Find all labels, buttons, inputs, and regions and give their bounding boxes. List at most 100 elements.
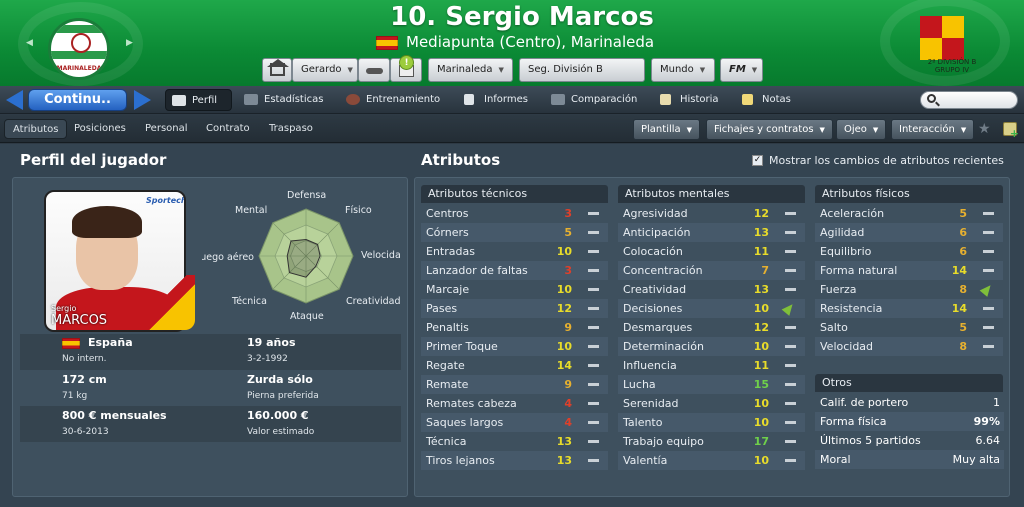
fichajes-dropdown[interactable]: Fichajes y contratos ▼ [706, 119, 833, 140]
attribute-value: 4 [564, 416, 572, 429]
federation-text: 2ª DIVISIÓN B GRUPO IV [927, 58, 977, 74]
world-dropdown[interactable]: Mundo ▼ [651, 58, 715, 82]
attribute-name: Anticipación [623, 226, 691, 239]
plantilla-dropdown[interactable]: Plantilla ▼ [633, 119, 701, 140]
transfer-button[interactable] [358, 58, 390, 82]
world-label: Mundo [660, 64, 694, 75]
interaccion-dropdown[interactable]: Interacción ▼ [891, 119, 975, 140]
attribute-name: Desmarques [623, 321, 693, 334]
tab-informes[interactable]: Informes [458, 89, 534, 111]
fm-menu-button[interactable]: FM ▼ [720, 58, 763, 82]
shortlist-star-icon[interactable]: ★ [978, 121, 991, 137]
attribute-row: Equilibrio 6 [815, 242, 1003, 261]
tab-label: Historia [680, 94, 719, 105]
attribute-value: 13 [753, 283, 769, 296]
nationality-text: España [88, 336, 133, 349]
wage-value: 800 € mensuales [62, 409, 167, 422]
subtab-atributos[interactable]: Atributos [4, 119, 68, 139]
attribute-row: Entradas 10 [421, 242, 608, 261]
mental-header: Atributos mentales [618, 185, 805, 203]
subtitle-text: Mediapunta (Centro), Marinaleda [406, 33, 655, 51]
home-button[interactable] [262, 58, 292, 82]
tab-label: Entrenamiento [366, 94, 441, 105]
photo-first-name: Sergio [51, 304, 77, 313]
tab-comparacion[interactable]: Comparación [545, 89, 643, 111]
back-arrow-icon[interactable] [6, 90, 23, 110]
attribute-value: 14 [556, 359, 572, 372]
search-input[interactable] [920, 91, 1018, 109]
attribute-name: Fuerza [820, 283, 857, 296]
attribute-row: Colocación 11 [618, 242, 805, 261]
player-subtitle: Mediapunta (Centro), Marinaleda [376, 33, 654, 51]
spain-flag-icon [62, 337, 80, 349]
show-changes-checkbox[interactable]: ✓ [752, 155, 763, 166]
attribute-name: Trabajo equipo [623, 435, 704, 448]
attribute-row: Lucha 15 [618, 375, 805, 394]
club-dropdown[interactable]: Marinaleda ▼ [428, 58, 513, 82]
continue-button[interactable]: Continu.. [28, 89, 127, 111]
league-dropdown[interactable]: Seg. División B Gr.4▼ [519, 58, 645, 82]
attribute-name: Penaltis [426, 321, 469, 334]
attribute-name: Entradas [426, 245, 475, 258]
attribute-row: Remate 9 [421, 375, 608, 394]
tab-estadisticas[interactable]: Estadísticas [238, 89, 329, 111]
attribute-name: Creatividad [623, 283, 687, 296]
attribute-row: Tiros lejanos 13 [421, 451, 608, 470]
stats-icon [244, 94, 258, 105]
attribute-radar [258, 208, 354, 304]
ojeo-dropdown[interactable]: Ojeo ▼ [836, 119, 887, 140]
birthdate-value: 3-2-1992 [247, 354, 288, 364]
attribute-value: 8 [959, 340, 967, 353]
ball-icon [346, 94, 360, 105]
attribute-name: Salto [820, 321, 848, 334]
next-arrow-icon[interactable]: ▶ [126, 38, 133, 48]
attribute-row: Anticipación 13 [618, 223, 805, 242]
tab-perfil[interactable]: Perfil [165, 89, 232, 111]
subtab-traspaso[interactable]: Traspaso [261, 119, 321, 139]
tab-entrenamiento[interactable]: Entrenamiento [340, 89, 446, 111]
trend-up-icon [781, 301, 797, 316]
radar-label-juego-aereo-clip: Juego aéreo [202, 250, 254, 263]
attribute-row: Determinación 10 [618, 337, 805, 356]
trend-flat-icon [983, 307, 994, 310]
attribute-name: Lucha [623, 378, 656, 391]
tab-notas[interactable]: Notas [736, 89, 797, 111]
radar-label-juego-aereo: Juego aéreo [202, 252, 254, 263]
chevron-down-icon: ▼ [819, 126, 825, 134]
league-label: Seg. División B Gr.4 [528, 64, 603, 75]
radar-label-ataque: Ataque [290, 311, 324, 322]
trend-flat-icon [785, 212, 796, 215]
add-note-icon[interactable] [1003, 122, 1019, 140]
subtab-personal[interactable]: Personal [137, 119, 196, 139]
attribute-value: 17 [753, 435, 769, 448]
search-icon [927, 94, 936, 103]
club-crest[interactable]: MARINALEDA [48, 18, 110, 80]
tab-historia[interactable]: Historia [654, 89, 725, 111]
value-label: Valor estimado [247, 427, 315, 437]
attribute-row: Velocidad 8 [815, 337, 1003, 356]
tab-label: Estadísticas [264, 94, 324, 105]
attribute-value: 3 [564, 264, 572, 277]
others-header: Otros [815, 374, 1003, 392]
forward-arrow-icon[interactable] [134, 90, 151, 110]
weight-value: 71 kg [62, 391, 88, 401]
attribute-value: 15 [753, 378, 769, 391]
subtab-contrato[interactable]: Contrato [198, 119, 258, 139]
player-title: 10. Sergio Marcos [390, 2, 654, 32]
button-label: Fichajes y contratos [714, 124, 814, 135]
federation-badge [920, 6, 975, 62]
trend-flat-icon [785, 250, 796, 253]
attribute-name: Regate [426, 359, 465, 372]
trend-flat-icon [785, 231, 796, 234]
nationality-value: España [62, 336, 133, 349]
technical-header: Atributos técnicos [421, 185, 608, 203]
inbox-alert-badge: ! [399, 55, 414, 70]
manager-dropdown[interactable]: Gerardo ▼ [292, 58, 358, 82]
chevron-down-icon: ▼ [751, 66, 758, 74]
subtab-posiciones[interactable]: Posiciones [66, 119, 134, 139]
tab-label: Perfil [192, 95, 218, 106]
foot-value: Zurda sólo [247, 373, 313, 386]
prev-arrow-icon[interactable]: ◀ [26, 38, 33, 48]
others-name: Forma física [820, 415, 887, 428]
age-value: 19 años [247, 336, 296, 349]
